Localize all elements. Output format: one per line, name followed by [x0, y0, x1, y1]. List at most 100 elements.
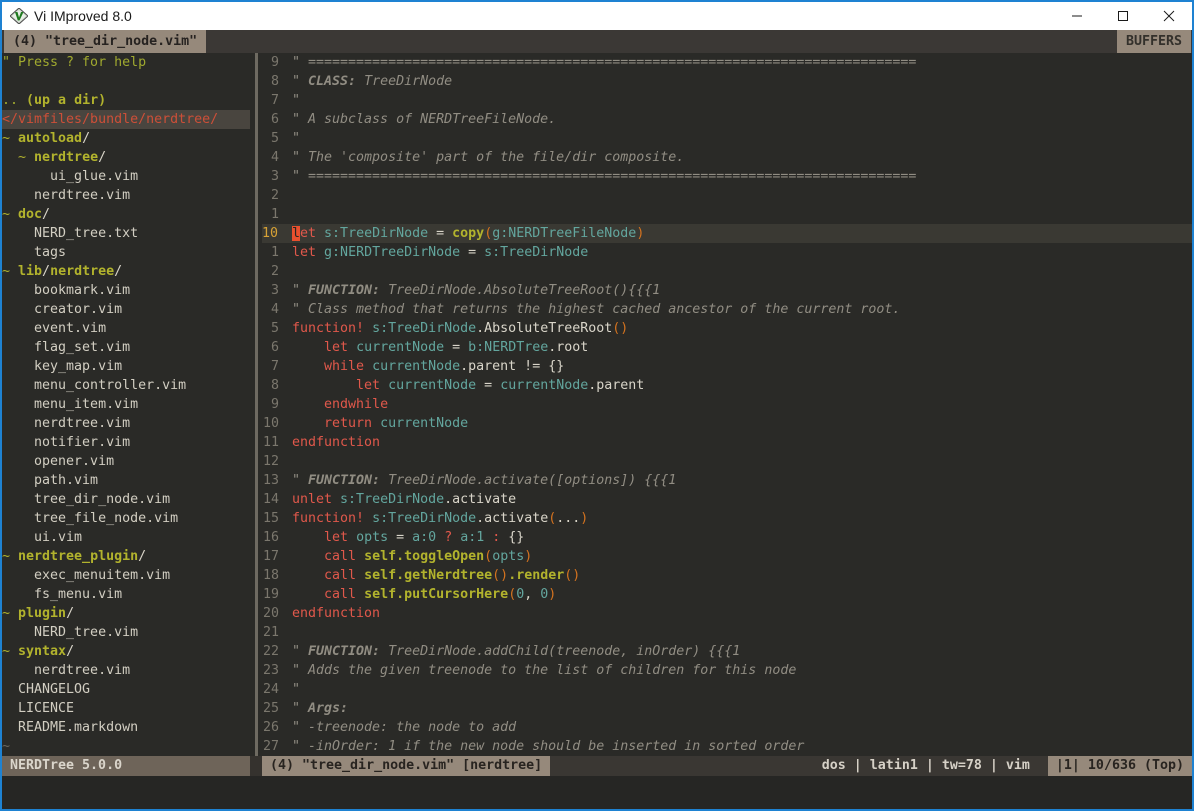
code-line[interactable]: 16 let opts = a:0 ? a:1 : {}: [262, 528, 1192, 547]
line-number: 9: [262, 395, 279, 414]
line-number: 1: [262, 243, 279, 262]
tree-row[interactable]: nerdtree.vim: [2, 661, 250, 680]
code-line[interactable]: 2: [262, 262, 1192, 281]
command-line[interactable]: [2, 776, 1192, 809]
code-line[interactable]: 1let g:NERDTreeDirNode = s:TreeDirNode: [262, 243, 1192, 262]
tree-row[interactable]: LICENCE: [2, 699, 250, 718]
code-line[interactable]: 4" The 'composite' part of the file/dir …: [262, 148, 1192, 167]
code-line[interactable]: 7": [262, 91, 1192, 110]
text-segment: (): [564, 568, 580, 583]
code-line[interactable]: 10 return currentNode: [262, 414, 1192, 433]
tree-row[interactable]: NERD_tree.vim: [2, 623, 250, 642]
tree-row[interactable]: flag_set.vim: [2, 338, 250, 357]
tree-row[interactable]: ~ doc/: [2, 205, 250, 224]
tree-row[interactable]: ~: [2, 737, 250, 756]
line-number: 19: [262, 585, 279, 604]
code-line[interactable]: 15function! s:TreeDirNode.activate(...): [262, 509, 1192, 528]
text-segment: currentNode: [500, 378, 588, 393]
code-line[interactable]: 19 call self.putCursorHere(0, 0): [262, 585, 1192, 604]
code-line[interactable]: 12: [262, 452, 1192, 471]
code-line[interactable]: 13" FUNCTION: TreeDirNode.activate([opti…: [262, 471, 1192, 490]
code-line[interactable]: 14unlet s:TreeDirNode.activate: [262, 490, 1192, 509]
tree-row[interactable]: menu_controller.vim: [2, 376, 250, 395]
line-number: 17: [262, 547, 279, 566]
separator-line: [255, 53, 258, 756]
tree-row[interactable]: CHANGELOG: [2, 680, 250, 699]
code-line[interactable]: 25" Args:: [262, 699, 1192, 718]
tree-row[interactable]: ~ nerdtree/: [2, 148, 250, 167]
code-line[interactable]: 10let s:TreeDirNode = copy(g:NERDTreeFil…: [262, 224, 1192, 243]
text-segment: while: [324, 359, 364, 374]
tree-row[interactable]: nerdtree.vim: [2, 186, 250, 205]
code-rows: 9 " =====================================…: [262, 53, 1192, 756]
tree-row[interactable]: menu_item.vim: [2, 395, 250, 414]
close-icon: [1163, 10, 1175, 22]
tree-row[interactable]: tree_file_node.vim: [2, 509, 250, 528]
maximize-button[interactable]: [1100, 2, 1146, 30]
code-line[interactable]: 5function! s:TreeDirNode.AbsoluteTreeRoo…: [262, 319, 1192, 338]
tree-row[interactable]: README.markdown: [2, 718, 250, 737]
close-button[interactable]: [1146, 2, 1192, 30]
code-line[interactable]: 4" Class method that returns the highest…: [262, 300, 1192, 319]
code-line[interactable]: 9 endwhile: [262, 395, 1192, 414]
code-line[interactable]: 7 while currentNode.parent != {}: [262, 357, 1192, 376]
tree-row[interactable]: opener.vim: [2, 452, 250, 471]
tree-row[interactable]: fs_menu.vim: [2, 585, 250, 604]
tree-row[interactable]: .. (up a dir): [2, 91, 250, 110]
code-text: " -inOrder: 1 if the new node should be …: [292, 737, 804, 756]
code-line[interactable]: 22" FUNCTION: TreeDirNode.addChild(treen…: [262, 642, 1192, 661]
tree-row[interactable]: </vimfiles/bundle/nerdtree/: [2, 110, 250, 129]
tree-row[interactable]: ~ plugin/: [2, 604, 250, 623]
tree-row[interactable]: ~ syntax/: [2, 642, 250, 661]
tree-row[interactable]: exec_menuitem.vim: [2, 566, 250, 585]
tree-row[interactable]: [2, 72, 250, 91]
code-line[interactable]: 18 call self.getNerdtree().render(): [262, 566, 1192, 585]
tree-row[interactable]: ~ autoload/: [2, 129, 250, 148]
code-line[interactable]: 2: [262, 186, 1192, 205]
code-line[interactable]: 8 let currentNode = currentNode.parent: [262, 376, 1192, 395]
code-line[interactable]: 20endfunction: [262, 604, 1192, 623]
tree-row[interactable]: ui.vim: [2, 528, 250, 547]
code-line[interactable]: 21: [262, 623, 1192, 642]
line-number: 4: [262, 148, 279, 167]
text-segment: s:TreeDirNode: [372, 511, 476, 526]
code-line[interactable]: 27" -inOrder: 1 if the new node should b…: [262, 737, 1192, 756]
code-line[interactable]: 26" -treenode: the node to add: [262, 718, 1192, 737]
tree-row[interactable]: bookmark.vim: [2, 281, 250, 300]
text-segment: [292, 568, 324, 583]
tree-row[interactable]: nerdtree.vim: [2, 414, 250, 433]
tree-row[interactable]: " Press ? for help: [2, 53, 250, 72]
tree-row[interactable]: event.vim: [2, 319, 250, 338]
code-line[interactable]: 6" A subclass of NERDTreeFileNode.: [262, 110, 1192, 129]
code-line[interactable]: 23" Adds the given treenode to the list …: [262, 661, 1192, 680]
minimize-button[interactable]: [1054, 2, 1100, 30]
tree-row[interactable]: notifier.vim: [2, 433, 250, 452]
tree-row[interactable]: ~ nerdtree_plugin/: [2, 547, 250, 566]
code-line[interactable]: 8" CLASS: TreeDirNode: [262, 72, 1192, 91]
code-line[interactable]: 24": [262, 680, 1192, 699]
tree-row[interactable]: key_map.vim: [2, 357, 250, 376]
tree-row[interactable]: tags: [2, 243, 250, 262]
code-line[interactable]: 6 let currentNode = b:NERDTree.root: [262, 338, 1192, 357]
buffers-label[interactable]: BUFFERS: [1117, 30, 1191, 53]
vim-window: Vi IMproved 8.0 (4) "tree_dir_node.vim" …: [0, 0, 1194, 811]
tree-row[interactable]: ui_glue.vim: [2, 167, 250, 186]
code-line[interactable]: 17 call self.toggleOpen(opts): [262, 547, 1192, 566]
text-segment: " ======================================…: [292, 169, 916, 184]
tree-row[interactable]: NERD_tree.txt: [2, 224, 250, 243]
tree-row[interactable]: tree_dir_node.vim: [2, 490, 250, 509]
tab-tree-dir-node[interactable]: (4) "tree_dir_node.vim": [4, 30, 206, 53]
code-line[interactable]: 1: [262, 205, 1192, 224]
code-text: " Args:: [292, 699, 348, 718]
tree-row[interactable]: creator.vim: [2, 300, 250, 319]
code-line[interactable]: 11endfunction: [262, 433, 1192, 452]
code-line[interactable]: 3" =====================================…: [262, 167, 1192, 186]
text-segment: [292, 340, 324, 355]
window-separator[interactable]: [250, 53, 262, 776]
text-segment: plugin: [18, 606, 66, 621]
code-line[interactable]: 9" =====================================…: [262, 53, 1192, 72]
code-line[interactable]: 3" FUNCTION: TreeDirNode.AbsoluteTreeRoo…: [262, 281, 1192, 300]
code-line[interactable]: 5": [262, 129, 1192, 148]
tree-row[interactable]: path.vim: [2, 471, 250, 490]
tree-row[interactable]: ~ lib/nerdtree/: [2, 262, 250, 281]
